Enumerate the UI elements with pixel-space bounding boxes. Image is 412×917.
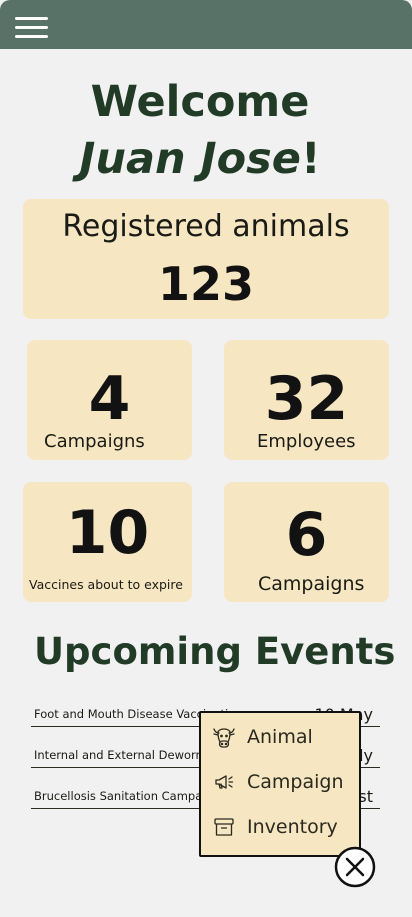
event-name: Internal and External Deworming [34, 748, 225, 762]
welcome-heading: Welcome Juan Jose! [0, 74, 400, 188]
campaigns-label: Campaigns [44, 431, 145, 452]
employees-label: Employees [257, 431, 356, 452]
campaigns-secondary-label: Campaigns [258, 573, 365, 595]
registered-animals-label: Registered animals [62, 209, 350, 244]
upcoming-events-heading: Upcoming Events [34, 630, 396, 673]
add-inventory-option[interactable]: Inventory [211, 812, 353, 842]
archive-box-icon [211, 814, 237, 840]
top-app-bar [0, 0, 412, 49]
vaccines-expiring-count: 10 [65, 498, 150, 568]
registered-animals-count: 123 [157, 257, 255, 311]
cow-icon [211, 724, 237, 750]
campaigns-secondary-card[interactable]: 6 Campaigns [224, 482, 389, 602]
add-animal-label: Animal [247, 726, 313, 748]
vaccines-expiring-label: Vaccines about to expire [29, 577, 183, 592]
welcome-exclamation: ! [300, 134, 321, 184]
add-campaign-label: Campaign [247, 771, 344, 793]
close-circle-icon[interactable] [334, 846, 376, 888]
employees-card[interactable]: 32 Employees [224, 340, 389, 460]
add-menu-popup: Animal Campaign Inventory [199, 711, 361, 857]
hamburger-menu-icon[interactable] [15, 17, 49, 39]
registered-animals-card[interactable]: Registered animals 123 [23, 199, 389, 319]
welcome-text: Welcome [90, 77, 310, 127]
vaccines-expiring-card[interactable]: 10 Vaccines about to expire [23, 482, 192, 602]
campaigns-secondary-count: 6 [285, 500, 328, 570]
campaigns-count: 4 [88, 364, 131, 434]
event-name: Brucellosis Sanitation Campaign [34, 789, 221, 803]
add-campaign-option[interactable]: Campaign [211, 767, 353, 797]
employees-count: 32 [264, 364, 349, 434]
user-name: Juan Jose [79, 134, 301, 184]
add-animal-option[interactable]: Animal [211, 722, 353, 752]
megaphone-icon [211, 769, 237, 795]
campaigns-card[interactable]: 4 Campaigns [27, 340, 192, 460]
add-inventory-label: Inventory [247, 816, 338, 838]
